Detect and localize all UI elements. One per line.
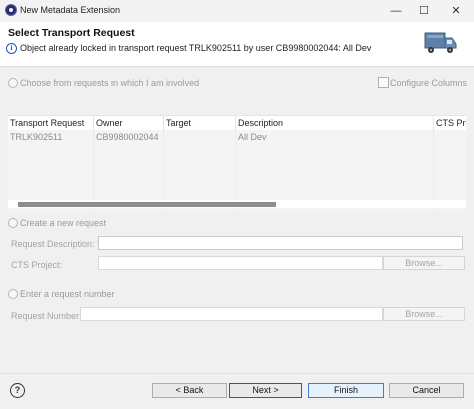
cell-description: All Dev: [238, 132, 267, 142]
finish-button[interactable]: Finish: [308, 383, 384, 398]
configure-columns-icon: [378, 77, 389, 88]
column-header-cts-project[interactable]: CTS Proj: [434, 116, 466, 130]
scrollbar-thumb[interactable]: [18, 202, 276, 207]
column-header-description[interactable]: Description: [236, 116, 434, 130]
cell-owner: CB9980002044: [96, 132, 159, 142]
info-message: Object already locked in transport reque…: [20, 43, 372, 53]
eclipse-icon: [5, 4, 17, 16]
cancel-button[interactable]: Cancel: [389, 383, 464, 398]
request-number-browse-button[interactable]: Browse...: [383, 307, 465, 321]
cts-project-input[interactable]: [98, 256, 383, 270]
help-button[interactable]: ?: [10, 383, 25, 398]
window-title: New Metadata Extension: [20, 5, 121, 15]
back-button[interactable]: < Back: [152, 383, 227, 398]
request-number-input[interactable]: [80, 307, 383, 321]
create-request-radio[interactable]: [8, 218, 18, 228]
footer-divider: [0, 373, 474, 374]
cell-transport-request: TRLK902511: [10, 132, 63, 142]
request-description-input[interactable]: [98, 236, 463, 250]
request-number-label: Request Number:: [11, 311, 82, 321]
request-description-label: Request Description: *: [11, 239, 101, 249]
column-header-owner[interactable]: Owner: [94, 116, 164, 130]
cts-project-label: CTS Project:: [11, 260, 63, 270]
cts-browse-button[interactable]: Browse...: [383, 256, 465, 270]
column-header-transport-request[interactable]: Transport Request: [8, 116, 94, 130]
column-header-target[interactable]: Target: [164, 116, 236, 130]
truck-icon: [424, 32, 457, 53]
cell-cts-project: [434, 131, 436, 143]
transport-request-table[interactable]: Transport Request Owner Target Descripti…: [8, 115, 466, 211]
info-icon: i: [6, 43, 17, 54]
minimize-button[interactable]: —: [383, 2, 409, 20]
create-request-label: Create a new request: [20, 218, 107, 228]
next-button[interactable]: Next >: [229, 383, 302, 398]
configure-columns-label: Configure Columns: [390, 78, 468, 88]
close-button[interactable]: ✕: [443, 2, 469, 20]
enter-request-label: Enter a request number: [20, 289, 115, 299]
maximize-button[interactable]: ☐: [411, 2, 437, 20]
enter-request-radio[interactable]: [8, 289, 18, 299]
cell-target: [164, 131, 166, 143]
page-title: Select Transport Request: [8, 27, 135, 39]
choose-requests-label: Choose from requests in which I am invol…: [20, 78, 200, 88]
choose-requests-radio[interactable]: [8, 78, 18, 88]
